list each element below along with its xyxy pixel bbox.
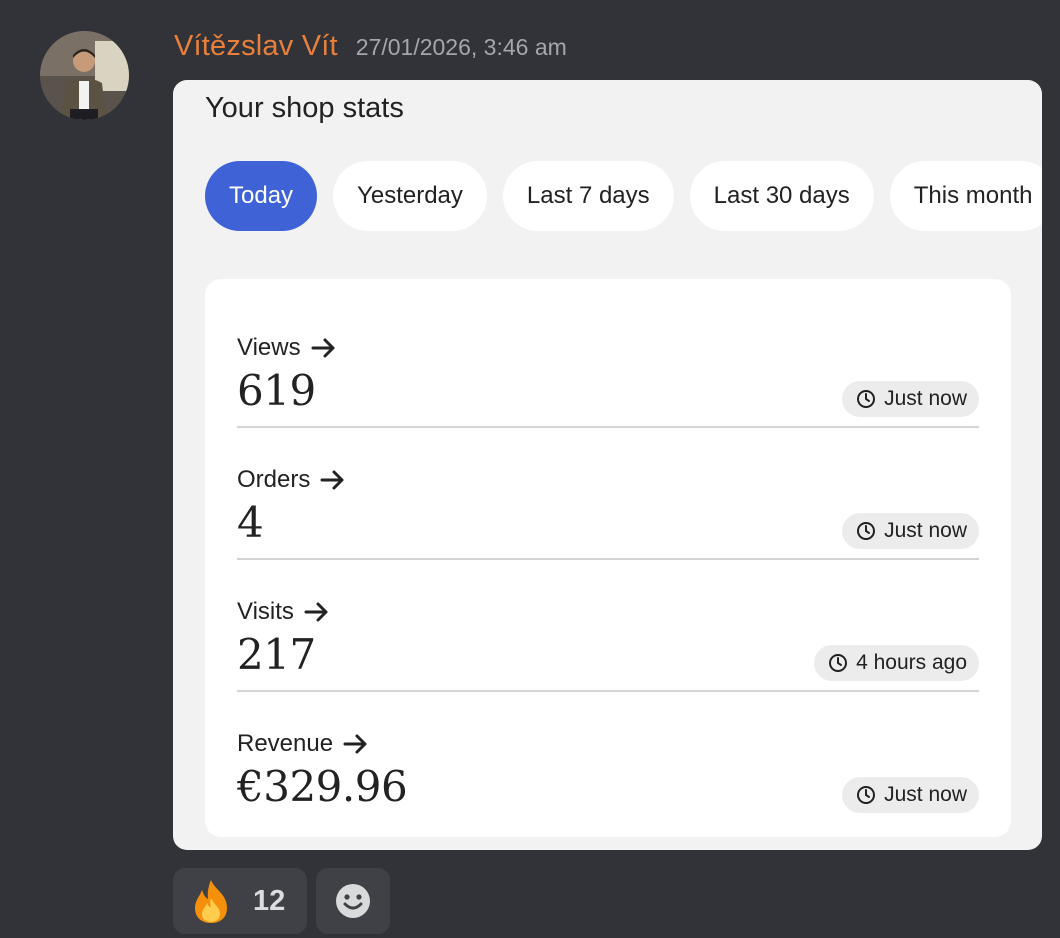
stat-value: €329.96 [237,762,408,811]
tab-today[interactable]: Today [205,161,318,231]
tab-last-30-days[interactable]: Last 30 days [689,161,874,231]
updated-badge: Just now [842,513,979,549]
stat-link-visits[interactable]: Visits [237,598,330,626]
updated-badge: 4 hours ago [814,645,979,681]
stat-label: Orders [237,466,311,493]
reaction-count: 12 [253,884,286,917]
reaction-bar: 12 [173,868,391,934]
chat-message: Vítězslav Vít 27/01/2026, 3:46 am Your s… [0,0,1060,938]
user-avatar[interactable] [40,31,129,120]
updated-text: Just now [884,783,967,806]
stat-link-orders[interactable]: Orders [237,466,346,494]
arrow-right-icon [320,470,344,490]
fire-reaction-button[interactable]: 12 [173,868,308,934]
stat-label: Views [237,334,301,361]
updated-badge: Just now [842,381,979,417]
stats-panel: Views 619 Just now Orders 4 Just now Vis… [205,279,1011,837]
arrow-right-icon [311,338,335,358]
period-tabs: Today Yesterday Last 7 days Last 30 days… [205,161,1042,231]
card-title: Your shop stats [205,92,404,124]
clock-icon [829,654,848,672]
stat-row-revenue: Revenue €329.96 Just now [237,690,979,822]
add-reaction-icon [336,884,371,918]
add-reaction-button[interactable] [316,868,391,934]
updated-badge: Just now [842,777,979,813]
stat-row-views: Views 619 Just now [237,294,979,428]
stat-value: 4 [237,498,264,547]
shop-stats-embed: Your shop stats Today Yesterday Last 7 d… [173,80,1042,850]
stat-link-revenue[interactable]: Revenue [237,730,369,758]
fire-icon [195,880,227,923]
updated-text: Just now [884,387,967,410]
username[interactable]: Vítězslav Vít [174,30,338,63]
message-timestamp: 27/01/2026, 3:46 am [355,34,567,60]
clock-icon [857,522,876,540]
stat-value: 217 [237,630,316,679]
tab-yesterday[interactable]: Yesterday [333,161,487,231]
clock-icon [857,786,876,804]
stat-row-visits: Visits 217 4 hours ago [237,558,979,692]
stat-row-orders: Orders 4 Just now [237,426,979,560]
stat-link-views[interactable]: Views [237,334,337,362]
arrow-right-icon [343,734,367,754]
updated-text: 4 hours ago [856,651,967,674]
clock-icon [857,390,876,408]
message-header: Vítězslav Vít 27/01/2026, 3:46 am [174,30,567,76]
arrow-right-icon [304,602,328,622]
stat-label: Visits [237,598,294,625]
updated-text: Just now [884,519,967,542]
avatar-photo-icon [40,31,129,120]
stat-value: 619 [237,366,316,415]
tab-last-7-days[interactable]: Last 7 days [502,161,674,231]
stat-label: Revenue [237,730,334,757]
tab-this-month[interactable]: This month [889,161,1042,231]
